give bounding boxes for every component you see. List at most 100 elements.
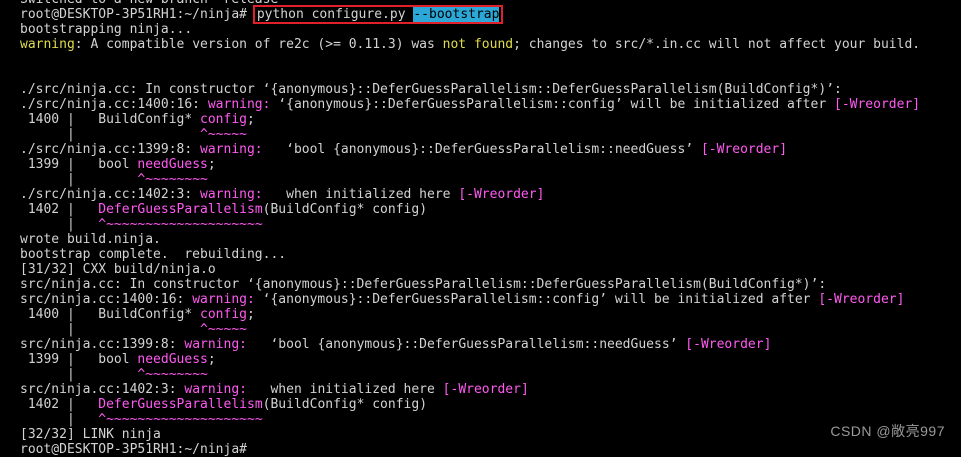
output-text: ./src/ninja.cc:1400:16: <box>20 97 208 112</box>
terminal-line: src/ninja.cc:1402:3: warning: when initi… <box>20 382 961 397</box>
diagnostic-highlight: ^~~~~~ <box>200 322 247 337</box>
output-text: ; <box>246 307 255 322</box>
output-text: ; <box>207 157 216 172</box>
terminal-line: 1399 | bool needGuess; <box>20 352 961 367</box>
diagnostic-highlight: warning: <box>192 292 255 307</box>
terminal-line: wrote build.ninja. <box>20 232 961 247</box>
terminal-line: 1400 | BuildConfig* config; <box>20 307 961 322</box>
output-text: ‘{anonymous}::DeferGuessParallelism::con… <box>254 292 819 307</box>
output-text: 1402 | <box>20 397 99 412</box>
output-text: 1399 | bool <box>20 157 138 172</box>
output-text: src/ninja.cc:1399:8: <box>20 337 185 352</box>
output-text: src/ninja.cc: In constructor ‘{anonymous… <box>20 277 827 292</box>
terminal-line: | ^~~~~~~~~ <box>20 172 961 187</box>
output-text: root@DESKTOP-3P51RH1:~/ninja# <box>20 7 255 22</box>
output-text: [31/32] CXX build/ninja.o <box>20 262 216 277</box>
diagnostic-highlight: warning: <box>207 97 271 112</box>
terminal-line: 1399 | bool needGuess; <box>20 157 961 172</box>
output-text: ; changes to src/*.in.cc will not affect… <box>513 37 921 52</box>
output-text: | <box>20 127 201 142</box>
diagnostic-highlight: ^~~~~~~~~~~~~~~~~~~~~ <box>98 412 263 427</box>
terminal-line: | ^~~~~~~~~~~~~~~~~~~~~ <box>20 217 961 232</box>
terminal-line: 1402 | DeferGuessParallelism(BuildConfig… <box>20 397 961 412</box>
diagnostic-highlight: warning: <box>200 142 263 157</box>
output-text: root@DESKTOP-3P51RH1:~/ninja# <box>20 442 247 457</box>
diagnostic-highlight: ^~~~~~~~~~~~~~~~~~~~~ <box>98 217 263 232</box>
diagnostic-highlight: DeferGuessParallelism <box>98 397 263 412</box>
terminal-line: ./src/ninja.cc:1402:3: warning: when ini… <box>20 187 961 202</box>
command-text: python configure.py <box>256 7 414 22</box>
output-text: (BuildConfig* config) <box>262 397 428 412</box>
output-text: 1400 | BuildConfig* <box>20 307 201 322</box>
diagnostic-highlight: ^~~~~~~~~ <box>137 367 208 382</box>
output-text: | <box>20 172 138 187</box>
output-text: 1399 | bool <box>20 352 138 367</box>
output-text: wrote build.ninja. <box>20 232 161 247</box>
output-text: | <box>20 412 99 427</box>
diagnostic-highlight: [-Wreorder] <box>685 337 772 352</box>
terminal-line: root@DESKTOP-3P51RH1:~/ninja# <box>20 442 961 457</box>
output-text: [32/32] LINK ninja <box>20 427 161 442</box>
output-text: 1400 | BuildConfig* <box>20 112 201 127</box>
diagnostic-highlight: config <box>200 112 247 127</box>
diagnostic-highlight: warning: <box>184 382 247 397</box>
output-text: : A compatible version of re2c (>= 0.11.… <box>74 37 443 52</box>
terminal-line: [31/32] CXX build/ninja.o <box>20 262 961 277</box>
diagnostic-highlight: [-Wreorder] <box>458 187 545 202</box>
output-text: ‘bool {anonymous}::DeferGuessParallelism… <box>262 142 701 157</box>
terminal-line: root@DESKTOP-3P51RH1:~/ninja# python con… <box>20 5 961 24</box>
terminal-line: | ^~~~~~ <box>20 127 961 142</box>
csdn-watermark: CSDN @敞亮997 <box>830 423 945 439</box>
diagnostic-highlight: needGuess <box>137 352 208 367</box>
diagnostic-highlight: DeferGuessParallelism <box>98 202 263 217</box>
output-text: src/ninja.cc:1402:3: <box>20 382 185 397</box>
terminal-line: warning: A compatible version of re2c (>… <box>20 37 961 52</box>
output-text: ; <box>246 112 255 127</box>
output-text: ‘bool {anonymous}::DeferGuessParallelism… <box>247 337 686 352</box>
warning-text: not found <box>442 37 514 52</box>
terminal-line: src/ninja.cc: In constructor ‘{anonymous… <box>20 277 961 292</box>
diagnostic-highlight: [-Wreorder] <box>834 97 921 112</box>
output-text: (BuildConfig* config) <box>262 202 428 217</box>
diagnostic-highlight: config <box>200 307 247 322</box>
output-text: when initialized here <box>262 187 459 202</box>
output-text: bootstrapping ninja... <box>20 22 193 37</box>
command-annotation-box: python configure.py --bootstrap <box>252 5 504 24</box>
terminal-line: bootstrapping ninja... <box>20 22 961 37</box>
terminal-line: ./src/ninja.cc: In constructor ‘{anonymo… <box>20 82 961 97</box>
diagnostic-highlight: ^~~~~~ <box>200 127 247 142</box>
output-text: ./src/ninja.cc:1402:3: <box>20 187 201 202</box>
terminal-line: src/ninja.cc:1399:8: warning: ‘bool {ano… <box>20 337 961 352</box>
output-text: when initialized here <box>247 382 443 397</box>
output-text: | <box>20 367 138 382</box>
terminal-line: bootstrap complete. rebuilding... <box>20 247 961 262</box>
output-text: | <box>20 217 99 232</box>
output-text: | <box>20 322 201 337</box>
terminal-line: ./src/ninja.cc:1399:8: warning: ‘bool {a… <box>20 142 961 157</box>
terminal-line: src/ninja.cc:1400:16: warning: ‘{anonymo… <box>20 292 961 307</box>
terminal-line: 1402 | DeferGuessParallelism(BuildConfig… <box>20 202 961 217</box>
terminal-output[interactable]: Switched to a new branch 'release'root@D… <box>0 0 961 457</box>
output-text: ; <box>207 352 216 367</box>
diagnostic-highlight: [-Wreorder] <box>700 142 788 157</box>
terminal-line: | ^~~~~~~~~ <box>20 367 961 382</box>
selected-flag-text: --bootstrap <box>413 7 500 22</box>
terminal-line: | ^~~~~~~~~~~~~~~~~~~~~ <box>20 412 961 427</box>
terminal-line: | ^~~~~~ <box>20 322 961 337</box>
output-text: ./src/ninja.cc:1399:8: <box>20 142 201 157</box>
terminal-line: [32/32] LINK ninja <box>20 427 961 442</box>
output-text: ‘{anonymous}::DeferGuessParallelism::con… <box>270 97 834 112</box>
output-text: bootstrap complete. rebuilding... <box>20 247 287 262</box>
output-text: Switched to a new branch 'release' <box>20 0 286 7</box>
diagnostic-highlight: ^~~~~~~~~ <box>137 172 208 187</box>
diagnostic-highlight: [-Wreorder] <box>442 382 529 397</box>
terminal-line: 1400 | BuildConfig* config; <box>20 112 961 127</box>
output-text: 1402 | <box>20 202 99 217</box>
terminal-line: ./src/ninja.cc:1400:16: warning: ‘{anony… <box>20 97 961 112</box>
diagnostic-highlight: needGuess <box>137 157 208 172</box>
diagnostic-highlight: warning: <box>184 337 247 352</box>
terminal-line: Switched to a new branch 'release' <box>20 0 961 7</box>
warning-text: warning <box>20 37 75 52</box>
diagnostic-highlight: [-Wreorder] <box>818 292 905 307</box>
